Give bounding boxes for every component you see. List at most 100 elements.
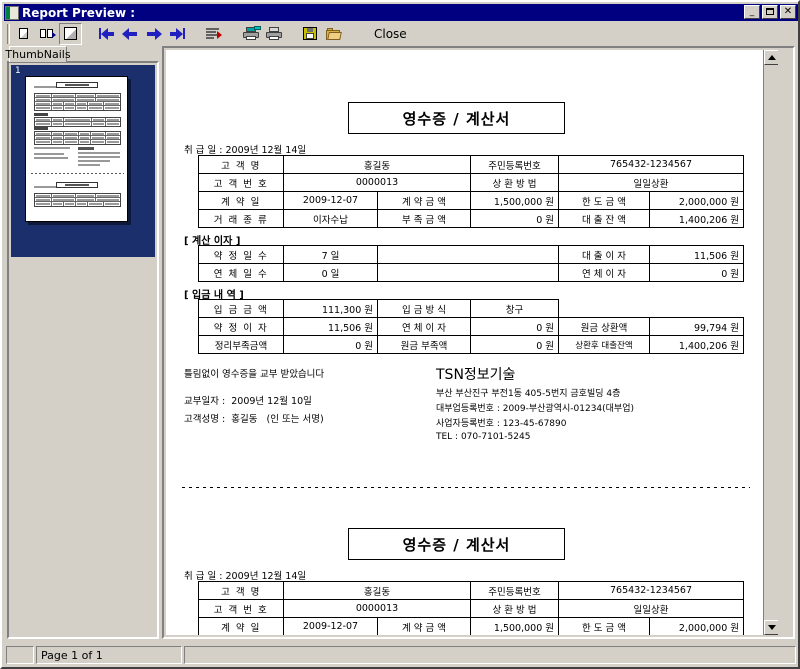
receipt-title-2: 영수증 / 계산서 bbox=[348, 528, 565, 560]
maximize-button[interactable] bbox=[762, 5, 778, 19]
printer-setup-icon bbox=[242, 26, 261, 41]
chevron-up-icon bbox=[767, 55, 776, 60]
chevron-down-icon bbox=[767, 625, 776, 630]
cell-agreed-days-label: 약 정 일 수 bbox=[198, 245, 284, 264]
customer-name-value-1: 홍길동 bbox=[231, 414, 258, 425]
scroll-up-button[interactable] bbox=[764, 50, 778, 65]
cell-customer-no-value: 0000013 bbox=[282, 173, 472, 192]
table-row: 입 금 금 액 111,300 원 입 금 방 식 창구 bbox=[198, 299, 744, 318]
two-page-icon bbox=[40, 26, 56, 41]
preview-viewport[interactable]: 영수증 / 계산서 취 급 일 : 2009년 12월 14일 고 객 명 홍길… bbox=[166, 50, 778, 635]
single-page-icon bbox=[17, 26, 32, 41]
cell-txn-type-value: 이자수납 bbox=[283, 209, 378, 228]
scrollbar-track[interactable] bbox=[764, 65, 778, 620]
first-page-button[interactable] bbox=[96, 23, 119, 45]
whole-page-view-button[interactable] bbox=[59, 22, 82, 45]
table-row: 고 객 번 호 0000013 상 환 방 법 일일상환 bbox=[198, 599, 745, 618]
thumbnail-page-number: 1 bbox=[15, 66, 21, 76]
cell-contract-amount-label: 계 약 금 액 bbox=[376, 191, 472, 210]
cell-interest-blank-2 bbox=[377, 263, 559, 282]
report-icon bbox=[5, 5, 19, 20]
open-folder-icon bbox=[325, 27, 342, 41]
cell-principal-repaid-value: 99,794 원 bbox=[649, 317, 744, 336]
cell-principal-repaid-label: 원금 상환액 bbox=[558, 317, 650, 336]
printer-setup-button[interactable] bbox=[239, 23, 262, 45]
company-address: 부산 부산진구 부전1동 405-5번지 금호빌딩 4층 bbox=[436, 389, 621, 399]
tab-thumbnails[interactable]: ThumbNails bbox=[5, 46, 71, 62]
cell-deposit-method-value: 창구 bbox=[470, 299, 559, 318]
receipt-title-text-1: 영수증 / 계산서 bbox=[402, 109, 511, 128]
last-page-arrow-icon bbox=[168, 27, 185, 40]
table-row: 고 객 명 홍길동 주민등록번호 765432-1234567 bbox=[198, 581, 745, 600]
table-row: 약 정 이 자 11,506 원 연 체 이 자 0 원 원금 상환액 99,7… bbox=[198, 317, 744, 336]
table-row: 계 약 일 2009-12-07 계 약 금 액 1,500,000 원 한 도… bbox=[198, 617, 745, 635]
cell-overdue-interest-label: 연 체 이 자 bbox=[558, 263, 650, 282]
cell-contract-date-label: 계 약 일 bbox=[198, 191, 284, 210]
company-name: TSN정보기술 bbox=[436, 367, 516, 383]
facing-pages-view-button[interactable] bbox=[36, 23, 59, 45]
cell-limit-amount-label-2: 한 도 금 액 bbox=[558, 617, 651, 635]
cell-overdue-interest-value: 0 원 bbox=[649, 263, 744, 282]
previous-page-button[interactable] bbox=[119, 23, 142, 45]
receipt-title-1: 영수증 / 계산서 bbox=[348, 102, 565, 134]
cell-shortfall-value: 0 원 bbox=[470, 209, 560, 228]
customer-table-2: 고 객 명 홍길동 주민등록번호 765432-1234567 고 객 번 호 … bbox=[198, 581, 745, 635]
thumbnail-page-preview bbox=[25, 76, 128, 222]
cell-customer-name-value: 홍길동 bbox=[282, 155, 472, 174]
cell-overdue-interest2-value: 0 원 bbox=[470, 317, 559, 336]
cell-agreed-interest-label: 약 정 이 자 bbox=[198, 317, 284, 336]
goto-page-icon bbox=[205, 27, 222, 40]
status-panel-left bbox=[6, 646, 34, 664]
interest-table-1: 약 정 일 수 7 일 대 출 이 자 11,506 원 연 체 일 수 0 일 bbox=[198, 245, 744, 282]
report-page: 영수증 / 계산서 취 급 일 : 2009년 12월 14일 고 객 명 홍길… bbox=[166, 50, 778, 635]
thumbnail-pane[interactable]: 1 bbox=[7, 61, 159, 639]
save-report-button[interactable] bbox=[299, 23, 322, 45]
cell-deposit-amount-value: 111,300 원 bbox=[283, 299, 378, 318]
company-lender-reg: 대부업등록번호 : 2009-부산광역시-01234(대부업) bbox=[436, 404, 635, 414]
scroll-down-button[interactable] bbox=[764, 620, 778, 635]
table-row: 정리부족금액 0 원 원금 부족액 0 원 상환후 대출잔액 1,400,206… bbox=[198, 335, 744, 354]
goto-page-button[interactable] bbox=[202, 23, 225, 45]
cell-deposit-amount-label: 입 금 금 액 bbox=[198, 299, 284, 318]
receipt-separator bbox=[182, 487, 750, 488]
cell-deposit-method-label: 입 금 방 식 bbox=[377, 299, 471, 318]
receipt-document: 영수증 / 계산서 취 급 일 : 2009년 12월 14일 고 객 명 홍길… bbox=[166, 50, 761, 635]
cell-customer-name-label-2: 고 객 명 bbox=[198, 581, 284, 600]
cell-limit-amount-value-2: 2,000,000 원 bbox=[649, 617, 745, 635]
cell-deposit-empty-2 bbox=[650, 300, 744, 318]
close-button[interactable]: Close bbox=[363, 23, 418, 44]
close-window-button[interactable]: ✕ bbox=[780, 5, 796, 19]
table-row: 연 체 일 수 0 일 연 체 이 자 0 원 bbox=[198, 263, 744, 282]
cell-balance-after-label: 상환후 대출잔액 bbox=[558, 335, 650, 354]
status-bar: Page 1 of 1 bbox=[4, 645, 798, 665]
customer-name-label-1: 고객성명 : bbox=[184, 414, 226, 425]
window-title: Report Preview : bbox=[22, 5, 136, 20]
thumbnail-item-page-1[interactable]: 1 bbox=[11, 65, 155, 257]
cell-repay-method-value: 일일상환 bbox=[558, 173, 745, 192]
thumbnail-list[interactable]: 1 bbox=[11, 65, 155, 635]
table-row: 계 약 일 2009-12-07 계 약 금 액 1,500,000 원 한 도… bbox=[198, 191, 745, 210]
minimize-button[interactable]: _ bbox=[744, 5, 760, 19]
first-page-arrow-icon bbox=[99, 27, 116, 40]
cell-cleanup-short-label: 정리부족금액 bbox=[198, 335, 284, 354]
whole-page-icon bbox=[63, 26, 78, 41]
table-row: 거 래 종 류 이자수납 부 족 금 액 0 원 대 출 잔 액 1,400,2… bbox=[198, 209, 745, 228]
cell-contract-date-value-2: 2009-12-07 bbox=[283, 617, 378, 635]
cell-customer-no-label-2: 고 객 번 호 bbox=[198, 599, 284, 618]
company-business-reg: 사업자등록번호 : 123-45-67890 bbox=[436, 419, 567, 429]
cell-ssn-value-2: 765432-1234567 bbox=[558, 581, 745, 600]
cell-limit-amount-label: 한 도 금 액 bbox=[558, 191, 651, 210]
single-page-view-button[interactable] bbox=[13, 23, 36, 45]
customer-table-1: 고 객 명 홍길동 주민등록번호 765432-1234567 고 객 번 호 … bbox=[198, 155, 745, 228]
table-row: 고 객 명 홍길동 주민등록번호 765432-1234567 bbox=[198, 155, 745, 174]
open-report-button[interactable] bbox=[322, 23, 345, 45]
cell-loan-balance-label: 대 출 잔 액 bbox=[558, 209, 651, 228]
next-page-button[interactable] bbox=[142, 23, 165, 45]
preview-vertical-scrollbar[interactable] bbox=[763, 50, 778, 635]
last-page-button[interactable] bbox=[165, 23, 188, 45]
cell-contract-date-label-2: 계 약 일 bbox=[198, 617, 284, 635]
print-button[interactable] bbox=[262, 23, 285, 45]
next-page-arrow-icon bbox=[145, 27, 162, 40]
handling-date-2: 취 급 일 : 2009년 12월 14일 bbox=[184, 568, 306, 582]
cell-overdue-days-value: 0 일 bbox=[283, 263, 378, 282]
